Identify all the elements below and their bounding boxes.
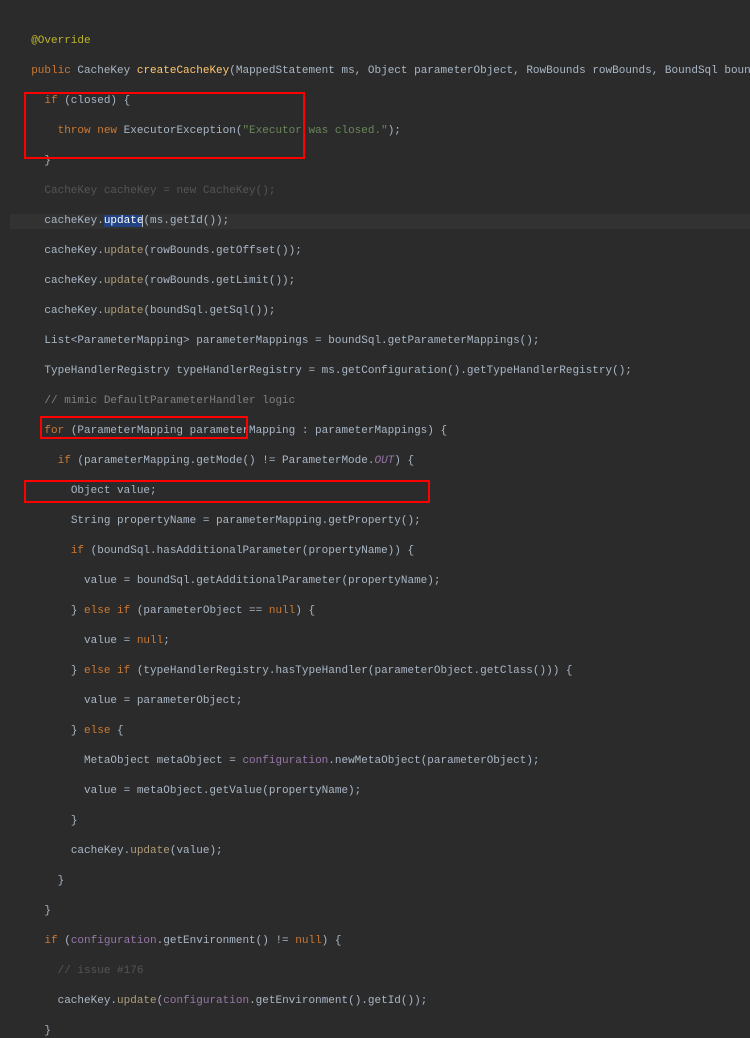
code-line: value = parameterObject; [10, 694, 750, 709]
code-line: MetaObject metaObject = configuration.ne… [10, 754, 750, 769]
code-line: List<ParameterMapping> parameterMappings… [10, 334, 750, 349]
code-line: } [10, 814, 750, 829]
code-line: if (configuration.getEnvironment() != nu… [10, 934, 750, 949]
code-line: CacheKey cacheKey = new CacheKey(); [10, 184, 750, 199]
code-line: cacheKey.update(configuration.getEnviron… [10, 994, 750, 1009]
code-line: cacheKey.update(rowBounds.getOffset()); [10, 244, 750, 259]
code-line: TypeHandlerRegistry typeHandlerRegistry … [10, 364, 750, 379]
code-line: if (boundSql.hasAdditionalParameter(prop… [10, 544, 750, 559]
code-line: cacheKey.update(ms.getId()); [10, 214, 750, 229]
code-line: } else { [10, 724, 750, 739]
code-line: // mimic DefaultParameterHandler logic [10, 394, 750, 409]
code-line: // issue #176 [10, 964, 750, 979]
code-line: } [10, 904, 750, 919]
code-line: } [10, 874, 750, 889]
code-line: value = boundSql.getAdditionalParameter(… [10, 574, 750, 589]
code-line: throw new ExecutorException("Executor wa… [10, 124, 750, 139]
annotation: @Override [31, 35, 90, 47]
code-line: for (ParameterMapping parameterMapping :… [10, 424, 750, 439]
code-line: Object value; [10, 484, 750, 499]
code-line: if (parameterMapping.getMode() != Parame… [10, 454, 750, 469]
code-line: } else if (typeHandlerRegistry.hasTypeHa… [10, 664, 750, 679]
code-line: if (closed) { [10, 94, 750, 109]
code-line: } else if (parameterObject == null) { [10, 604, 750, 619]
code-line: cacheKey.update(rowBounds.getLimit()); [10, 274, 750, 289]
code-line: String propertyName = parameterMapping.g… [10, 514, 750, 529]
code-editor[interactable]: @Override public CacheKey createCacheKey… [0, 0, 750, 1038]
code-line: } [10, 154, 750, 169]
code-line: cacheKey.update(boundSql.getSql()); [10, 304, 750, 319]
method-name: createCacheKey [137, 65, 229, 77]
code-line: public CacheKey createCacheKey(MappedSta… [10, 64, 750, 79]
code-line: @Override [10, 34, 750, 49]
code-line: value = metaObject.getValue(propertyName… [10, 784, 750, 799]
code-line: } [10, 1024, 750, 1038]
selected-text: update [104, 215, 144, 227]
code-line: cacheKey.update(value); [10, 844, 750, 859]
code-line: value = null; [10, 634, 750, 649]
